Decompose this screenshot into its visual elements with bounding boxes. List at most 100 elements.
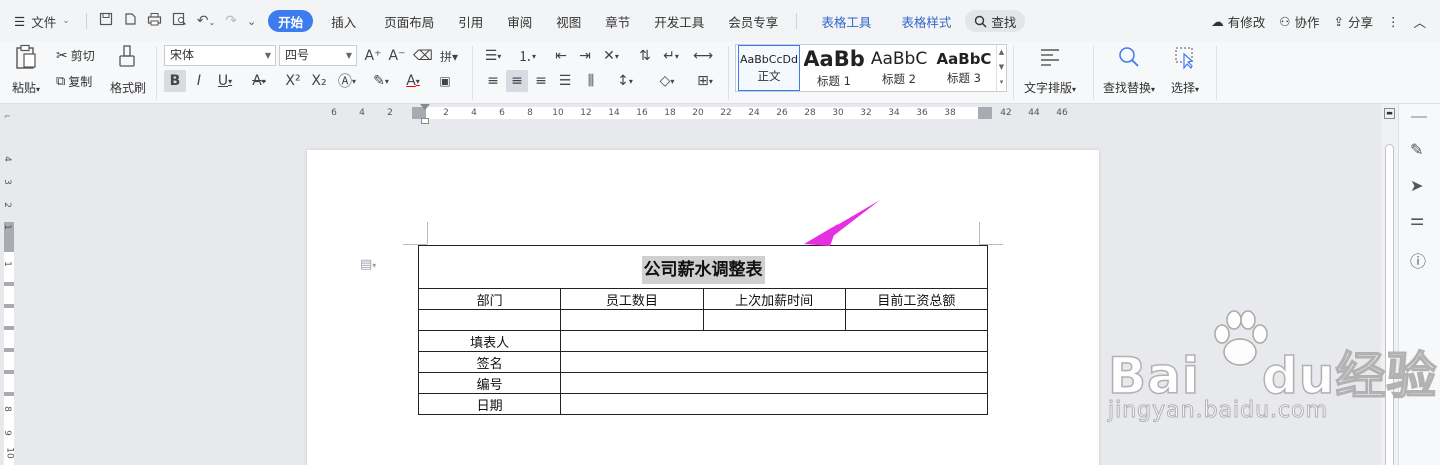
grow-font-icon[interactable]: A⁺ xyxy=(362,45,384,67)
ruler-tick: 6 xyxy=(331,108,337,118)
table-value-cell[interactable] xyxy=(560,372,988,394)
gallery-scroll[interactable]: ▲ ▼ ▾ xyxy=(996,45,1006,91)
table-cell[interactable] xyxy=(560,309,704,331)
superscript-button[interactable]: X² xyxy=(282,70,304,92)
table-header-cell[interactable]: 员工数目 xyxy=(560,288,704,310)
select-button[interactable]: 选择▾ xyxy=(1171,44,1199,96)
tab-table-tools[interactable]: 表格工具 xyxy=(811,10,881,32)
strikethrough-button[interactable]: A ▾ xyxy=(248,70,270,92)
tab-view[interactable]: 视图 xyxy=(546,10,591,32)
vertical-ruler[interactable]: 4 3 2 1 1 8 9 10 xyxy=(0,122,18,465)
sliders-icon[interactable]: ⚌ xyxy=(1410,210,1424,229)
indent-marker[interactable] xyxy=(421,118,429,124)
tab-developer[interactable]: 开发工具 xyxy=(644,10,714,32)
paste-button[interactable]: 粘贴▾ xyxy=(12,44,40,96)
tab-home[interactable]: 开始 xyxy=(268,10,314,32)
distributed-button[interactable]: ⫼ xyxy=(580,70,602,92)
table-cell[interactable] xyxy=(844,309,989,331)
scroll-top-icon[interactable]: ▬ xyxy=(1384,108,1395,119)
cursor-icon[interactable]: ➤ xyxy=(1410,176,1423,195)
table-value-cell[interactable] xyxy=(560,351,988,373)
document-page[interactable]: 公司薪水调整表 部门 员工数目 上次加薪时间 目前工资总额 填表人 签名 编号 xyxy=(307,150,1099,465)
bullet-list-icon[interactable]: ☰ ▾ xyxy=(482,45,504,67)
paragraph-layout-icon[interactable]: ▤▾ xyxy=(360,257,376,272)
print-preview-icon[interactable] xyxy=(172,12,187,30)
more-button[interactable]: ⋮ xyxy=(1387,14,1400,29)
edit-pen-icon[interactable]: ✎ xyxy=(1410,140,1423,159)
salary-table[interactable]: 公司薪水调整表 部门 员工数目 上次加薪时间 目前工资总额 填表人 签名 编号 xyxy=(417,245,989,415)
table-label-cell[interactable]: 编号 xyxy=(417,372,562,394)
shrink-font-icon[interactable]: A⁻ xyxy=(386,45,408,67)
table-cell[interactable] xyxy=(702,309,846,331)
numbered-list-icon[interactable]: ⒈ ▾ xyxy=(516,45,538,67)
chinese-layout-icon[interactable]: ✕ ▾ xyxy=(600,45,622,67)
modified-button[interactable]: ☁ 有修改 xyxy=(1211,12,1265,31)
horizontal-ruler[interactable]: 6 4 2 2 4 6 8 10 12 14 16 18 20 22 24 26… xyxy=(0,104,1400,124)
justify-button[interactable]: ☰ xyxy=(554,70,576,92)
tab-stops-icon[interactable]: ⟷ xyxy=(692,45,714,67)
file-menu[interactable]: ☰ 文件 ⌄ xyxy=(0,10,80,32)
borders-icon[interactable]: ⊞ ▾ xyxy=(694,70,716,92)
text-effect-icon[interactable]: Ⓐ ▾ xyxy=(336,70,358,92)
tab-references[interactable]: 引用 xyxy=(448,10,493,32)
table-value-cell[interactable] xyxy=(560,330,988,352)
table-cell[interactable] xyxy=(417,309,562,331)
collapse-ribbon-button[interactable]: ︿ xyxy=(1413,12,1426,31)
find-replace-button[interactable]: 查找替换▾ xyxy=(1103,44,1155,96)
table-title-cell[interactable]: 公司薪水调整表 xyxy=(418,245,988,289)
bold-button[interactable]: B xyxy=(164,70,186,92)
table-header-cell[interactable]: 目前工资总额 xyxy=(844,288,989,310)
font-name-select[interactable]: 宋体 ▼ xyxy=(164,45,276,66)
table-value-cell[interactable] xyxy=(560,393,988,415)
tab-table-style[interactable]: 表格样式 xyxy=(891,10,961,32)
tab-review[interactable]: 审阅 xyxy=(497,10,542,32)
line-spacing-icon[interactable]: ↕ ▾ xyxy=(614,70,636,92)
collab-button[interactable]: ⚇ 协作 xyxy=(1279,12,1319,31)
redo-icon[interactable]: ↷ xyxy=(225,13,237,29)
table-label-cell[interactable]: 日期 xyxy=(417,393,562,415)
print-icon[interactable] xyxy=(147,12,162,30)
subscript-button[interactable]: X₂ xyxy=(308,70,330,92)
style-heading-2[interactable]: AaBbC 标题 2 xyxy=(866,45,932,91)
undo-icon[interactable]: ↶⌄ xyxy=(197,13,215,29)
increase-indent-icon[interactable]: ⇥ xyxy=(574,45,596,67)
customize-chevron-icon[interactable]: ⌄ xyxy=(247,15,256,28)
clear-format-icon[interactable]: ⌫ xyxy=(412,45,434,67)
style-heading-3[interactable]: AaBbC 标题 3 xyxy=(934,45,994,91)
align-right-button[interactable]: ≡ xyxy=(530,70,552,92)
text-layout-button[interactable]: 文字排版▾ xyxy=(1024,44,1076,96)
style-heading-1[interactable]: AaBb 标题 1 xyxy=(804,45,864,91)
highlight-icon[interactable]: ✎ ▾ xyxy=(370,70,392,92)
phonetic-guide-icon[interactable]: 拼▾ xyxy=(438,45,460,67)
format-painter-button[interactable]: 格式刷 xyxy=(110,44,146,96)
char-border-icon[interactable]: ▣ xyxy=(434,70,456,92)
sort-icon[interactable]: ⇅ xyxy=(634,45,656,67)
font-size-select[interactable]: 四号 ▼ xyxy=(279,45,357,66)
font-color-icon[interactable]: A ▾ xyxy=(402,70,424,92)
tab-member[interactable]: 会员专享 xyxy=(718,10,788,32)
indent-marker[interactable] xyxy=(420,104,430,110)
cut-button[interactable]: ✂ 剪切 xyxy=(56,47,95,64)
shading-icon[interactable]: ◇ ▾ xyxy=(656,70,678,92)
save-icon[interactable] xyxy=(99,12,113,30)
italic-button[interactable]: I xyxy=(188,70,210,92)
show-marks-icon[interactable]: ↵ ▾ xyxy=(660,45,682,67)
decrease-indent-icon[interactable]: ⇤ xyxy=(550,45,572,67)
table-header-cell[interactable]: 上次加薪时间 xyxy=(702,288,846,310)
ruler-right-margin[interactable] xyxy=(978,107,992,119)
align-center-button[interactable]: ≡ xyxy=(506,70,528,92)
tab-page-layout[interactable]: 页面布局 xyxy=(374,10,444,32)
style-normal[interactable]: AaBbCcDd 正文 xyxy=(738,45,800,91)
table-header-cell[interactable]: 部门 xyxy=(417,288,562,310)
underline-button[interactable]: U ▾ xyxy=(214,70,236,92)
table-label-cell[interactable]: 签名 xyxy=(417,351,562,373)
output-pdf-icon[interactable] xyxy=(123,12,137,30)
help-icon[interactable]: ⓘ xyxy=(1410,248,1426,272)
copy-button[interactable]: ⧉ 复制 xyxy=(56,73,92,90)
tab-insert[interactable]: 插入 xyxy=(321,10,366,32)
tab-chapter[interactable]: 章节 xyxy=(595,10,640,32)
align-left-button[interactable]: ≡ xyxy=(482,70,504,92)
table-label-cell[interactable]: 填表人 xyxy=(417,330,562,352)
search-button[interactable]: 查找 xyxy=(965,10,1026,32)
share-button[interactable]: ⇪ 分享 xyxy=(1333,12,1373,31)
